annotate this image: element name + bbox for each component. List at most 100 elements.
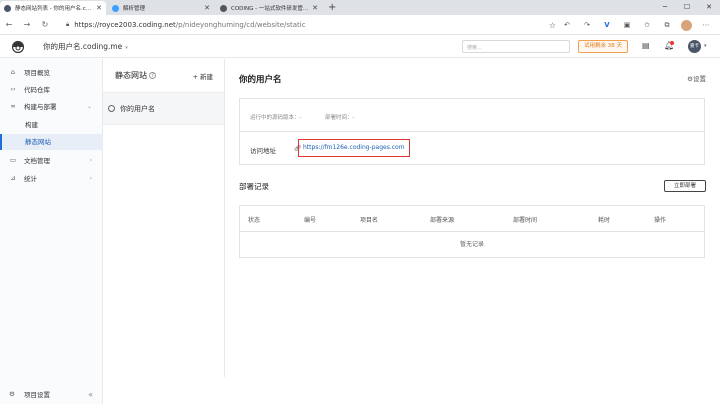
chevron-down-icon: ⌄ xyxy=(86,102,92,110)
forward-icon[interactable]: → xyxy=(18,20,36,29)
collapse-icon[interactable]: « xyxy=(88,390,93,399)
deploy-now-button[interactable]: 立即部署 xyxy=(664,180,706,192)
avatar[interactable]: 嘉卡 xyxy=(688,40,701,53)
close-icon[interactable]: ✕ xyxy=(96,4,102,12)
visit-row: 访问地址 🔗︎ https://fm126e.coding-pages.com xyxy=(240,132,704,165)
column-header: 部署来源 xyxy=(430,217,455,224)
team-switcher[interactable]: 你的用户名.coding.me ▾ xyxy=(43,41,128,52)
version-row: 运行中的源码版本：- 部署时间：- xyxy=(240,99,704,132)
more-icon[interactable]: ⋯ xyxy=(700,21,712,29)
column-header: 耗时 xyxy=(598,217,611,224)
sidebar-item-overview[interactable]: ⌂ 项目概览 xyxy=(0,64,103,80)
site-name: 你的用户名 xyxy=(120,104,155,113)
address-bar: ← → ↻ 🔒︎ https://royce2003.coding.net/p/… xyxy=(0,15,720,35)
minimize-icon[interactable]: ─ xyxy=(654,0,676,15)
code-icon: ‹› xyxy=(10,85,16,93)
tab-title: 静态网站列表 - 你的用户名.coding.me xyxy=(15,6,93,12)
browser-tab-3[interactable]: CODING - 一站式软件研发管理平台 ✕ xyxy=(216,1,322,15)
site-info-card: 运行中的源码版本：- 部署时间：- 访问地址 🔗︎ https://fm126e… xyxy=(239,98,705,165)
url-path: /p/nideyonghuming/cd/website/static xyxy=(175,21,306,29)
help-icon[interactable]: ? xyxy=(149,72,156,79)
section-title: 部署记录 xyxy=(239,182,269,191)
sidebar-item-label: 代码仓库 xyxy=(24,86,50,94)
sidebar-item-stats[interactable]: ⊿ 统计 › xyxy=(0,170,103,186)
app-header: 你的用户名.coding.me ▾ 搜索... 试用剩余 38 天 ▤ 🔔︎ 嘉卡… xyxy=(0,36,720,58)
sidebar-item-settings[interactable]: ⚙ 项目设置 « xyxy=(0,386,103,402)
team-name: 你的用户名.coding.me xyxy=(43,42,123,51)
close-icon[interactable]: ✕ xyxy=(312,4,318,12)
notification-dot xyxy=(670,41,674,45)
chevron-right-icon: › xyxy=(89,156,92,164)
panel-title-text: 静态网站 xyxy=(115,71,147,80)
sidebar-item-label: 文档管理 xyxy=(24,157,50,165)
sidebar-item-label: 构建与部署 xyxy=(24,103,57,111)
column-header: 操作 xyxy=(654,217,667,224)
page-title: 你的用户名 xyxy=(239,75,282,85)
window-controls: ─ ☐ ✕ xyxy=(654,0,720,15)
close-icon[interactable]: ✕ xyxy=(204,4,210,12)
sidebar-item-label: 项目概览 xyxy=(24,69,50,77)
undo-icon[interactable]: ↶ xyxy=(561,21,573,29)
visit-url-link[interactable]: https://fm126e.coding-pages.com xyxy=(298,139,410,157)
sidebar-item-cicd[interactable]: ∞ 构建与部署 ⌄ xyxy=(0,98,103,114)
sidebar-item-label: 统计 xyxy=(24,175,37,183)
sidebar-item-docs[interactable]: ▭ 文档管理 › xyxy=(0,152,103,168)
column-header: 状态 xyxy=(248,217,261,224)
window-close-icon[interactable]: ✕ xyxy=(698,0,720,15)
back-icon[interactable]: ← xyxy=(0,20,18,29)
tab-title: CODING - 一站式软件研发管理平台 xyxy=(231,6,309,12)
list-item[interactable]: 你的用户名 xyxy=(103,92,224,125)
column-header: 部署时间 xyxy=(513,217,538,224)
profile-avatar[interactable] xyxy=(681,19,692,31)
browser-tab-1[interactable]: 静态网站列表 - 你的用户名.coding.me ✕ xyxy=(0,1,106,15)
tab-favicon xyxy=(112,4,119,12)
extension-v-icon[interactable]: V xyxy=(601,21,613,29)
doc-icon: ▭ xyxy=(9,156,17,164)
star-icon[interactable]: ☆ xyxy=(549,21,556,30)
panel-title: 静态网站? xyxy=(115,70,156,81)
extensions: ↶ ↷ V ▣ ✩ ⧉ ⋯ xyxy=(561,18,712,32)
table-header: 状态 编号 项目名 部署来源 部署时间 耗时 操作 xyxy=(240,206,704,232)
reload-icon[interactable]: ↻ xyxy=(36,20,54,29)
url-field[interactable]: 🔒︎ https://royce2003.coding.net/p/nideyo… xyxy=(66,18,562,32)
home-icon: ⌂ xyxy=(10,68,16,76)
sidebar-item-code[interactable]: ‹› 代码仓库 xyxy=(0,81,103,97)
column-header: 编号 xyxy=(304,217,317,224)
new-site-label: 新建 xyxy=(200,73,213,81)
browser-tab-2[interactable]: 解析管理 ✕ xyxy=(108,1,214,15)
chevron-down-icon: ▾ xyxy=(125,45,128,51)
new-tab-icon[interactable]: + xyxy=(328,2,336,13)
running-version: 运行中的源码版本：- xyxy=(250,115,302,121)
redo-icon[interactable]: ↷ xyxy=(581,21,593,29)
extension-icon[interactable]: ▣ xyxy=(621,21,633,29)
new-site-button[interactable]: + 新建 xyxy=(192,71,213,81)
trial-badge[interactable]: 试用剩余 38 天 xyxy=(578,40,628,53)
favorites-icon[interactable]: ✩ xyxy=(641,21,653,29)
sidebar-item-label: 项目设置 xyxy=(24,391,50,399)
tab-favicon xyxy=(220,4,227,12)
deploy-table: 状态 编号 项目名 部署来源 部署时间 耗时 操作 暂无记录 xyxy=(239,205,705,258)
search-input[interactable]: 搜索... xyxy=(462,40,570,53)
settings-label: 设置 xyxy=(693,75,706,83)
sidebar-subitem-static-site[interactable]: 静态网站 xyxy=(0,134,103,150)
main-content: 你的用户名 ⚙设置 运行中的源码版本：- 部署时间：- 访问地址 🔗︎ http… xyxy=(225,59,720,404)
empty-state: 暂无记录 xyxy=(459,241,484,248)
chart-icon: ⊿ xyxy=(10,174,16,182)
url-host: https://royce2003.coding.net xyxy=(74,21,176,29)
tab-title: 解析管理 xyxy=(123,6,146,12)
sidebar-subitem-build[interactable]: 构建 xyxy=(0,117,103,133)
settings-link[interactable]: ⚙设置 xyxy=(687,73,706,83)
radio-icon xyxy=(108,105,115,112)
calendar-icon[interactable]: ▤ xyxy=(642,41,650,50)
visit-label: 访问地址 xyxy=(250,147,276,155)
chevron-right-icon: › xyxy=(89,174,92,182)
coding-logo-icon[interactable] xyxy=(12,41,24,53)
sidebar: ⌂ 项目概览 ‹› 代码仓库 ∞ 构建与部署 ⌄ 构建 静态网站 ▭ 文档管理 … xyxy=(0,59,103,404)
maximize-icon[interactable]: ☐ xyxy=(676,0,698,15)
lock-icon: 🔒︎ xyxy=(66,21,70,28)
browser-tabstrip: 静态网站列表 - 你的用户名.coding.me ✕ 解析管理 ✕ CODING… xyxy=(0,0,720,15)
column-header: 项目名 xyxy=(360,217,379,224)
chevron-down-icon[interactable]: ▾ xyxy=(704,43,707,49)
site-list-panel: 静态网站? + 新建 你的用户名 xyxy=(103,59,225,377)
collections-icon[interactable]: ⧉ xyxy=(661,21,673,30)
